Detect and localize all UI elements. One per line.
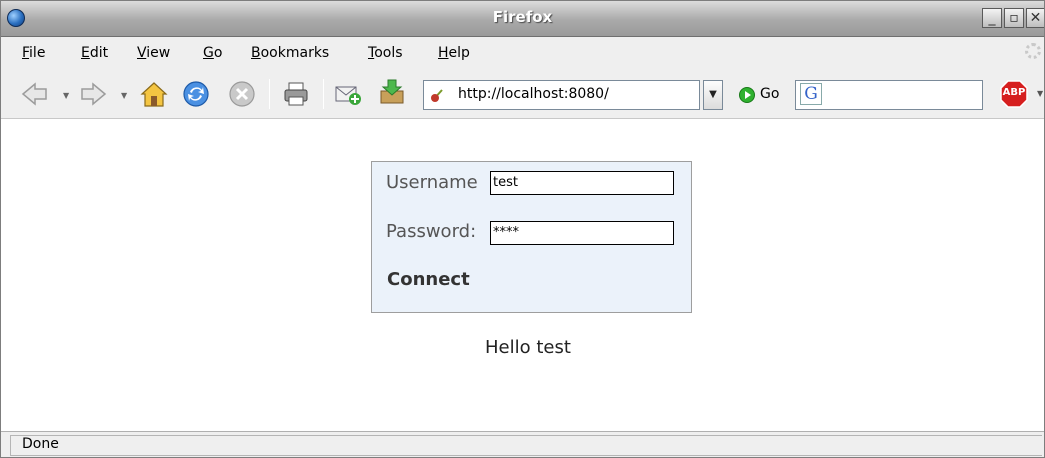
toolbar-separator	[323, 79, 324, 109]
forward-dropdown-icon[interactable]: ▼	[121, 91, 127, 100]
menu-edit-label: dit	[89, 45, 109, 61]
menu-go[interactable]: Go	[203, 45, 222, 61]
search-input[interactable]	[795, 80, 983, 110]
menu-view-label: iew	[146, 45, 171, 61]
menu-go-accel: G	[203, 45, 214, 61]
menu-help-label: elp	[448, 45, 470, 61]
menu-bookmarks-label: ookmarks	[260, 45, 330, 61]
go-button[interactable]: Go	[760, 86, 779, 102]
menu-file[interactable]: File	[22, 45, 45, 61]
downloads-icon[interactable]	[377, 77, 407, 107]
connect-button[interactable]: Connect	[387, 269, 470, 290]
url-text[interactable]: http://localhost:8080/	[458, 86, 609, 102]
reload-icon[interactable]	[181, 79, 211, 109]
back-icon[interactable]	[19, 79, 49, 109]
browser-window: Firefox _ ▫ ✕ File Edit View Go Bookmark…	[0, 0, 1045, 458]
password-field[interactable]: ****	[490, 221, 674, 245]
title-bar: Firefox	[1, 1, 1044, 37]
menu-help[interactable]: Help	[438, 45, 470, 61]
status-bar	[1, 431, 1044, 457]
menu-tools[interactable]: Tools	[368, 45, 403, 61]
go-icon[interactable]	[739, 87, 755, 103]
home-icon[interactable]	[139, 79, 169, 109]
status-panel	[10, 435, 1042, 456]
throbber-icon	[1025, 43, 1041, 59]
menu-edit[interactable]: Edit	[81, 45, 108, 61]
menu-file-accel: F	[22, 45, 30, 61]
menu-bookmarks-accel: B	[251, 45, 261, 61]
window-title: Firefox	[492, 8, 553, 26]
google-search-icon[interactable]: G	[800, 83, 822, 105]
greeting-text: Hello test	[485, 337, 571, 358]
maximize-icon[interactable]: ▫	[1004, 8, 1024, 28]
adblock-dropdown-icon[interactable]: ▼	[1037, 89, 1043, 98]
status-text: Done	[22, 436, 59, 452]
new-mail-icon[interactable]	[333, 79, 363, 109]
site-favicon-icon	[431, 89, 443, 102]
menu-view-accel: V	[137, 45, 147, 61]
username-field[interactable]: test	[490, 171, 674, 195]
minimize-icon[interactable]: _	[982, 8, 1002, 28]
menu-help-accel: H	[438, 45, 449, 61]
url-dropdown-icon[interactable]: ▼	[703, 80, 723, 110]
password-label: Password:	[386, 221, 477, 242]
menu-edit-accel: E	[81, 45, 90, 61]
menu-file-label: ile	[29, 45, 46, 61]
menu-view[interactable]: View	[137, 45, 170, 61]
toolbar-separator	[269, 79, 270, 109]
stop-icon[interactable]	[227, 79, 257, 109]
menu-bookmarks[interactable]: Bookmarks	[251, 45, 329, 61]
forward-icon[interactable]	[79, 79, 109, 109]
menu-tools-label: ools	[374, 45, 403, 61]
close-icon[interactable]: ✕	[1026, 8, 1044, 28]
back-dropdown-icon[interactable]: ▼	[63, 91, 69, 100]
print-icon[interactable]	[281, 79, 311, 109]
adblock-label: ABP	[1002, 87, 1026, 98]
menu-go-label: o	[213, 45, 223, 61]
username-label: Username	[386, 172, 478, 193]
